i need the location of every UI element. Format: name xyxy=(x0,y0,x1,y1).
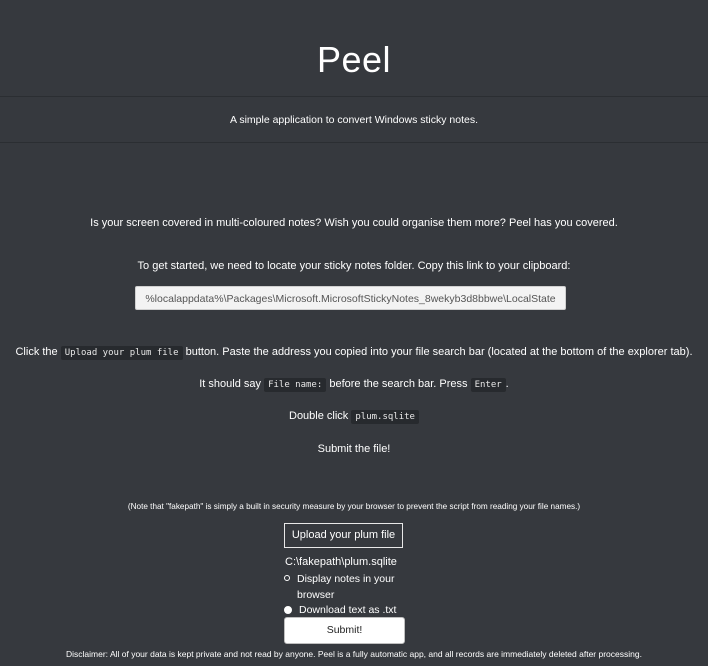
option-download-text[interactable]: Download text as .txt xyxy=(284,602,396,618)
fakepath-note: (Note that "fakepath" is simply a built … xyxy=(127,502,581,511)
getting-started-text: To get started, we need to locate your s… xyxy=(137,260,571,272)
plum-sqlite-code: plum.sqlite xyxy=(351,410,419,424)
intro-text: Is your screen covered in multi-coloured… xyxy=(90,217,618,229)
upload-button-code: Upload your plum file xyxy=(60,346,183,360)
instruction-line-1: Click the Upload your plum file button. … xyxy=(0,346,708,360)
folder-path-text: %localappdata%\Packages\Microsoft.Micros… xyxy=(145,293,556,305)
selected-file-path: C:\fakepath\plum.sqlite xyxy=(285,556,397,568)
instruction-line-4: Submit the file! xyxy=(317,443,391,455)
radio-display-notes[interactable] xyxy=(284,575,290,581)
subtitle-bar: A simple application to convert Windows … xyxy=(0,97,708,143)
page-title: Peel xyxy=(316,39,392,80)
folder-path-box[interactable]: %localappdata%\Packages\Microsoft.Micros… xyxy=(135,286,566,310)
instruction-3-prefix: Double click xyxy=(289,410,349,422)
instruction-2-prefix: It should say xyxy=(199,378,262,390)
instruction-2-suffix: . xyxy=(505,378,509,390)
instruction-1-prefix: Click the xyxy=(15,346,58,358)
submit-button[interactable]: Submit! xyxy=(284,617,405,644)
disclaimer: Disclaimer: All of your data is kept pri… xyxy=(66,649,642,659)
instruction-line-3: Double click plum.sqlite xyxy=(0,410,708,424)
instruction-1-suffix: button. Paste the address you copied int… xyxy=(185,346,693,358)
header: Peel xyxy=(0,0,708,97)
option-display-notes[interactable]: Display notes in your browser xyxy=(284,571,414,603)
page: Peel A simple application to convert Win… xyxy=(0,0,708,666)
option-download-text-label: Download text as .txt xyxy=(299,604,397,616)
instruction-line-2: It should say File name: before the sear… xyxy=(0,378,708,392)
option-display-notes-label: Display notes in your browser xyxy=(297,573,395,601)
instruction-2-middle: before the search bar. Press xyxy=(329,378,468,390)
radio-download-text[interactable] xyxy=(284,606,292,614)
file-name-code: File name: xyxy=(264,378,327,392)
upload-plum-file-button[interactable]: Upload your plum file xyxy=(284,523,403,548)
subtitle: A simple application to convert Windows … xyxy=(229,113,479,126)
enter-key-code: Enter xyxy=(470,378,506,392)
